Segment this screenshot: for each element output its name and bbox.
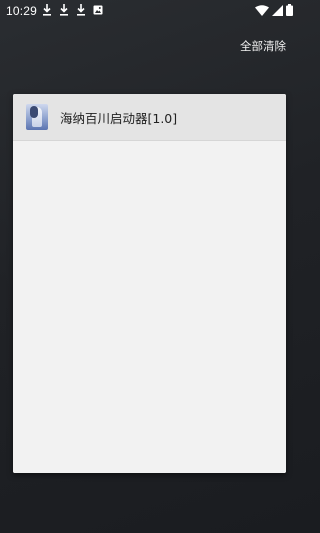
system-icons — [255, 4, 293, 16]
app-icon — [26, 104, 48, 130]
status-time: 10:29 — [6, 4, 38, 18]
notification-icons — [42, 4, 103, 16]
status-bar: 10:29 — [0, 0, 299, 22]
app-preview[interactable] — [13, 141, 286, 473]
recent-app-card[interactable]: 海纳百川启动器[1.0] — [13, 94, 286, 473]
download-icon — [76, 4, 86, 16]
recent-app-header[interactable]: 海纳百川启动器[1.0] — [13, 94, 286, 141]
download-icon — [59, 4, 69, 16]
signal-icon — [272, 4, 283, 16]
photo-icon — [93, 5, 103, 15]
app-title: 海纳百川启动器[1.0] — [60, 110, 178, 126]
wifi-icon — [255, 4, 269, 16]
clear-all-button[interactable]: 全部清除 — [240, 38, 286, 54]
battery-icon — [286, 4, 293, 16]
download-icon — [42, 4, 52, 16]
